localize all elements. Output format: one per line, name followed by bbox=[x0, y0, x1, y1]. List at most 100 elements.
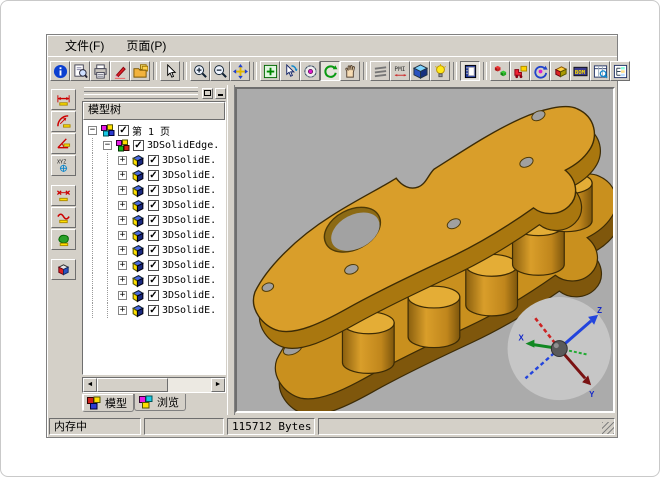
measure-curve-button[interactable] bbox=[51, 207, 76, 228]
tree-item[interactable]: +✓3DSolidE. bbox=[85, 198, 225, 213]
tree-guide bbox=[85, 303, 100, 318]
tree-item[interactable]: −✓3DSolidEdge. bbox=[85, 138, 225, 153]
zoom-select-button[interactable] bbox=[280, 61, 300, 81]
tree-item[interactable]: +✓3DSolidE. bbox=[85, 153, 225, 168]
zoom-window-button[interactable] bbox=[260, 61, 280, 81]
orientation-gizmo: Z X Y bbox=[508, 297, 611, 400]
layers-button[interactable] bbox=[370, 61, 390, 81]
tree-item[interactable]: +✓3DSolidE. bbox=[85, 228, 225, 243]
move-part-button[interactable] bbox=[510, 61, 530, 81]
checkbox[interactable]: ✓ bbox=[148, 305, 159, 316]
main-toolbar: PMI BOM bbox=[47, 56, 617, 85]
checkbox[interactable]: ✓ bbox=[148, 275, 159, 286]
open-button[interactable] bbox=[130, 61, 150, 81]
expander-expanded[interactable]: − bbox=[88, 126, 97, 135]
checkbox[interactable]: ✓ bbox=[148, 155, 159, 166]
checkbox[interactable]: ✓ bbox=[133, 140, 144, 151]
measure-volume-button[interactable] bbox=[51, 259, 76, 280]
assembly-icon bbox=[493, 64, 508, 79]
print-button[interactable] bbox=[90, 61, 110, 81]
expander-expanded[interactable]: − bbox=[103, 141, 112, 150]
svg-text:XYZ: XYZ bbox=[57, 160, 66, 166]
hide-panel-button[interactable] bbox=[215, 88, 226, 99]
expander-collapsed[interactable]: + bbox=[118, 216, 127, 225]
tree-item[interactable]: +✓3DSolidE. bbox=[85, 288, 225, 303]
tree-item[interactable]: +✓3DSolidE. bbox=[85, 303, 225, 318]
tree-item[interactable]: +✓3DSolidE. bbox=[85, 258, 225, 273]
tree-guide bbox=[100, 228, 115, 243]
checkbox[interactable]: ✓ bbox=[148, 215, 159, 226]
checkbox[interactable]: ✓ bbox=[148, 185, 159, 196]
zoom-in-button[interactable] bbox=[190, 61, 210, 81]
tree-item[interactable]: +✓3DSolidE. bbox=[85, 183, 225, 198]
hand-pan-button[interactable] bbox=[340, 61, 360, 81]
view-cube-button[interactable] bbox=[410, 61, 430, 81]
tree-item[interactable]: +✓3DSolidE. bbox=[85, 273, 225, 288]
measure-coordinate-button[interactable]: XYZ bbox=[51, 155, 76, 176]
expander-collapsed[interactable]: + bbox=[118, 171, 127, 180]
measure-area-button[interactable] bbox=[51, 229, 76, 250]
tree-item[interactable]: +✓3DSolidE. bbox=[85, 213, 225, 228]
rotate-button[interactable] bbox=[320, 61, 340, 81]
tree-item[interactable]: +✓3DSolidE. bbox=[85, 168, 225, 183]
expander-collapsed[interactable]: + bbox=[118, 261, 127, 270]
resize-grip[interactable] bbox=[602, 422, 614, 434]
expander-collapsed[interactable]: + bbox=[118, 306, 127, 315]
pmi-button[interactable]: PMI bbox=[390, 61, 410, 81]
float-panel-button[interactable] bbox=[202, 88, 213, 99]
zoom-out-button[interactable] bbox=[210, 61, 230, 81]
about-button[interactable] bbox=[50, 61, 70, 81]
checkbox[interactable]: ✓ bbox=[148, 290, 159, 301]
model-tree-button[interactable] bbox=[460, 61, 480, 81]
select-button[interactable] bbox=[160, 61, 180, 81]
zoom-window-icon bbox=[263, 64, 278, 79]
checkbox[interactable]: ✓ bbox=[118, 125, 129, 136]
tab-browse[interactable]: 浏览 bbox=[134, 394, 186, 411]
tree-guide bbox=[85, 183, 100, 198]
assembly-node-icon bbox=[115, 139, 131, 153]
checkbox[interactable]: ✓ bbox=[148, 245, 159, 256]
checkbox[interactable]: ✓ bbox=[148, 170, 159, 181]
print-preview-button[interactable] bbox=[70, 61, 90, 81]
checkbox[interactable]: ✓ bbox=[148, 260, 159, 271]
panel-drag-grip[interactable] bbox=[82, 87, 200, 99]
main-area: XYZ 模型树 −✓第 1 页−✓3DSolidEdge.+✓3DSolidE.… bbox=[47, 85, 617, 415]
measure-area-icon bbox=[56, 232, 71, 247]
orbit-center-button[interactable] bbox=[300, 61, 320, 81]
expander-collapsed[interactable]: + bbox=[118, 156, 127, 165]
expander-collapsed[interactable]: + bbox=[118, 246, 127, 255]
measure-radius-button[interactable] bbox=[51, 111, 76, 132]
checkbox[interactable]: ✓ bbox=[148, 230, 159, 241]
lights-button[interactable] bbox=[430, 61, 450, 81]
measure-horizontal-button[interactable] bbox=[51, 89, 76, 110]
pan-button[interactable] bbox=[230, 61, 250, 81]
redline-button[interactable] bbox=[110, 61, 130, 81]
menu-item-1[interactable]: 文件(F) bbox=[57, 35, 112, 56]
tab-model[interactable]: 模型 bbox=[82, 394, 134, 412]
expander-collapsed[interactable]: + bbox=[118, 291, 127, 300]
scroll-right-icon[interactable]: ► bbox=[211, 378, 225, 392]
expander-collapsed[interactable]: + bbox=[118, 276, 127, 285]
solids-button[interactable] bbox=[550, 61, 570, 81]
update-button[interactable] bbox=[530, 61, 550, 81]
expander-collapsed[interactable]: + bbox=[118, 231, 127, 240]
tree-item[interactable]: −✓第 1 页 bbox=[85, 123, 225, 138]
bom-button[interactable]: BOM bbox=[570, 61, 590, 81]
scroll-track[interactable] bbox=[97, 378, 211, 392]
measure-angle-button[interactable] bbox=[51, 133, 76, 154]
measure-distance-icon bbox=[56, 188, 71, 203]
tree-hscrollbar[interactable]: ◄ ► bbox=[82, 377, 226, 393]
panel-splitter[interactable] bbox=[227, 85, 235, 415]
menu-item-2[interactable]: 页面(P) bbox=[118, 35, 174, 56]
tree-item[interactable]: +✓3DSolidE. bbox=[85, 243, 225, 258]
scroll-left-icon[interactable]: ◄ bbox=[83, 378, 97, 392]
tree-browser-button[interactable] bbox=[610, 61, 630, 81]
report-button[interactable] bbox=[590, 61, 610, 81]
assembly-button[interactable] bbox=[490, 61, 510, 81]
checkbox[interactable]: ✓ bbox=[148, 200, 159, 211]
expander-collapsed[interactable]: + bbox=[118, 186, 127, 195]
scroll-thumb[interactable] bbox=[97, 378, 168, 392]
measure-distance-button[interactable] bbox=[51, 185, 76, 206]
expander-collapsed[interactable]: + bbox=[118, 201, 127, 210]
viewport-3d[interactable]: Z X Y bbox=[235, 87, 615, 413]
